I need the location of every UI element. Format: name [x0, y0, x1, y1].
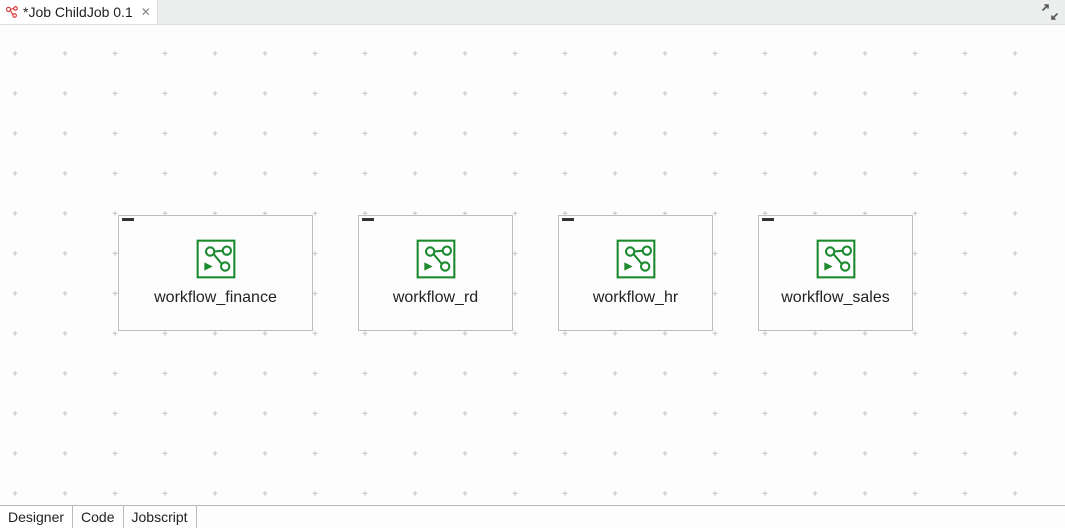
node-label: workflow_hr — [593, 289, 678, 307]
job-designer-canvas[interactable]: ++++++++++++++++++++++++++++++++++++++++… — [0, 25, 1065, 505]
editor-tab-active[interactable]: *Job ChildJob 0.1 ✕ — [0, 0, 158, 24]
node-label: workflow_rd — [393, 289, 478, 307]
workflow-icon — [616, 239, 656, 279]
node-content: workflow_hr — [559, 216, 712, 330]
drag-handle-icon[interactable] — [762, 218, 774, 221]
tab-jobscript[interactable]: Jobscript — [124, 506, 197, 528]
node-workflow-sales[interactable]: workflow_sales — [758, 215, 913, 331]
drag-handle-icon[interactable] — [122, 218, 134, 221]
node-workflow-hr[interactable]: workflow_hr — [558, 215, 713, 331]
node-workflow-finance[interactable]: workflow_finance — [118, 215, 313, 331]
restore-window-icon[interactable] — [1041, 3, 1059, 21]
drag-handle-icon[interactable] — [362, 218, 374, 221]
editor-tab-title: *Job ChildJob 0.1 — [23, 4, 133, 20]
workflow-tab-icon — [5, 5, 19, 19]
close-icon[interactable]: ✕ — [141, 6, 151, 18]
node-content: workflow_rd — [359, 216, 512, 330]
tab-code[interactable]: Code — [73, 506, 123, 528]
node-workflow-rd[interactable]: workflow_rd — [358, 215, 513, 331]
view-tab-bar: Designer Code Jobscript — [0, 505, 1065, 528]
workflow-icon — [196, 239, 236, 279]
node-label: workflow_sales — [781, 289, 889, 307]
editor-tab-bar: *Job ChildJob 0.1 ✕ — [0, 0, 1065, 25]
tab-designer[interactable]: Designer — [0, 506, 73, 528]
node-content: workflow_sales — [759, 216, 912, 330]
workflow-icon — [816, 239, 856, 279]
node-content: workflow_finance — [119, 216, 312, 330]
workflow-icon — [416, 239, 456, 279]
drag-handle-icon[interactable] — [562, 218, 574, 221]
node-label: workflow_finance — [154, 289, 277, 307]
